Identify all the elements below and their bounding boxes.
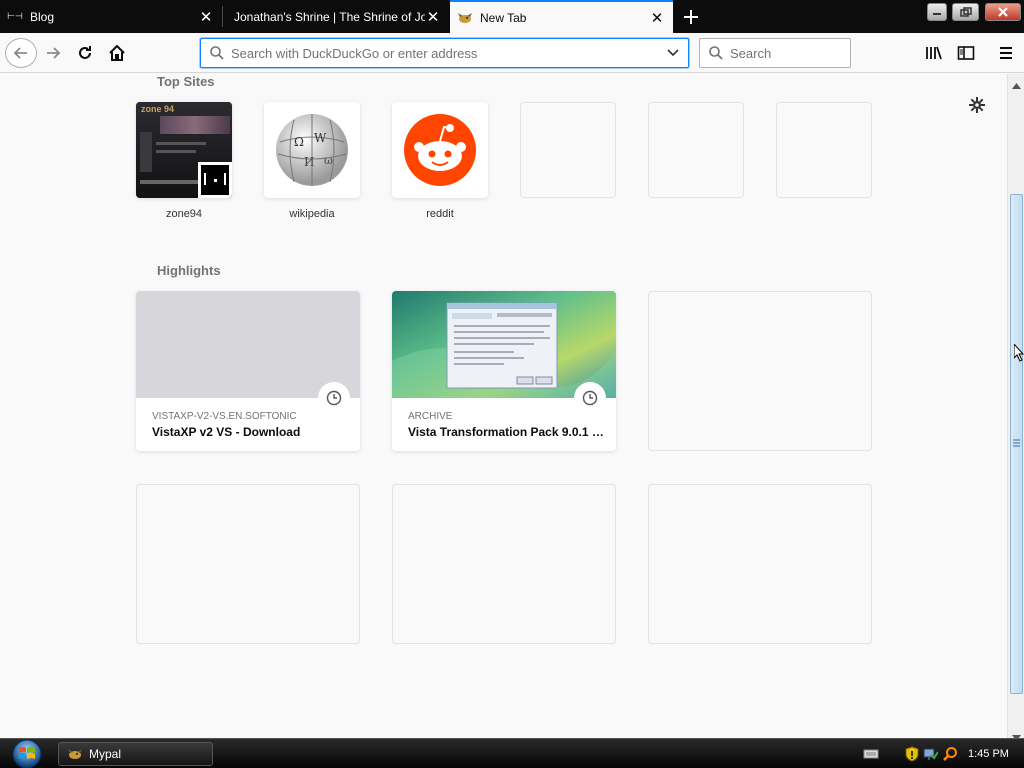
close-tab-icon[interactable]: ✕ (198, 9, 214, 26)
mypal-favicon-icon (450, 11, 480, 25)
highlight-card-vistaxp[interactable]: VISTAXP-V2-VS.EN.SOFTONIC VistaXP v2 VS … (136, 291, 360, 451)
chevron-down-icon[interactable] (666, 48, 680, 58)
minimize-button[interactable] (927, 3, 947, 21)
empty-highlight-card (136, 484, 360, 644)
network-icon[interactable] (922, 745, 938, 763)
tile-label-wikipedia: wikipedia (289, 208, 335, 220)
scrollbar-thumb[interactable] (1010, 194, 1023, 694)
system-clock[interactable]: 1:45 PM (968, 748, 1009, 760)
search-placeholder: Search (730, 45, 772, 61)
tile-label-zone94: zone94 (165, 208, 203, 220)
windows-taskbar: Mypal 1:45 PM (0, 738, 1024, 768)
new-tab-button[interactable] (678, 4, 704, 30)
mouse-cursor-icon (1013, 342, 1024, 367)
search-magnifier-icon[interactable] (941, 745, 959, 763)
library-icon (926, 46, 942, 60)
new-tab-page: Top Sites zone 94 zone94 Ω W И ω wikiped… (0, 74, 1007, 738)
svg-text:И: И (304, 155, 314, 169)
address-bar[interactable]: Search with DuckDuckGo or enter address (200, 38, 689, 68)
keyboard-icon[interactable] (862, 745, 880, 763)
top-sites-heading: Top Sites (157, 74, 215, 89)
forward-arrow-icon (47, 47, 61, 59)
hamburger-menu-icon (1000, 47, 1012, 59)
address-placeholder: Search with DuckDuckGo or enter address (231, 45, 478, 61)
mypal-app-icon (68, 749, 82, 759)
card-thumbnail-placeholder (136, 291, 360, 398)
highlights-heading: Highlights (157, 263, 221, 278)
home-button[interactable] (102, 38, 132, 68)
tab-title: New Tab (480, 10, 527, 25)
security-shield-icon[interactable] (904, 745, 920, 763)
card-context: ARCHIVE (408, 411, 453, 422)
top-site-tile-zone94[interactable]: zone 94 (136, 102, 232, 198)
svg-text:Ω: Ω (294, 135, 304, 149)
library-button[interactable] (919, 38, 949, 68)
card-thumbnail-screenshot (392, 291, 616, 398)
settings-gear-icon[interactable] (968, 96, 986, 119)
scroll-up-arrow-icon[interactable] (1012, 76, 1021, 94)
empty-highlight-card (648, 291, 872, 451)
empty-top-site-tile (520, 102, 616, 198)
pong-favicon-icon (201, 165, 229, 195)
forward-button[interactable] (38, 38, 68, 68)
search-icon (210, 46, 224, 60)
navigation-toolbar: Search with DuckDuckGo or enter address … (0, 33, 1024, 73)
card-title: Vista Transformation Pack 9.0.1 :... (408, 425, 604, 439)
svg-text:W: W (314, 131, 327, 145)
empty-highlight-card (392, 484, 616, 644)
wikipedia-globe-icon: Ω W И ω (276, 114, 348, 186)
card-title: VistaXP v2 VS - Download (152, 425, 301, 439)
taskbar-item-mypal[interactable]: Mypal (58, 742, 213, 766)
tab-jonathans-shrine[interactable]: Jonathan's Shrine | The Shrine of Jona ✕ (223, 0, 449, 33)
svg-text:ω: ω (324, 154, 333, 167)
search-bar[interactable]: Search (699, 38, 851, 68)
sidebar-icon (957, 46, 975, 60)
tab-new-tab[interactable]: New Tab ✕ (450, 0, 673, 33)
menu-button[interactable] (991, 38, 1021, 68)
highlight-card-vista-transformation-pack[interactable]: ARCHIVE Vista Transformation Pack 9.0.1 … (392, 291, 616, 451)
back-button[interactable] (5, 38, 37, 68)
taskbar-item-label: Mypal (89, 747, 122, 761)
restore-button[interactable] (952, 3, 979, 21)
zone94-site-logo: zone 94 (141, 104, 175, 114)
close-window-button[interactable] (985, 3, 1021, 21)
vertical-scrollbar[interactable] (1007, 74, 1024, 741)
card-context: VISTAXP-V2-VS.EN.SOFTONIC (152, 411, 297, 422)
reload-icon (79, 46, 91, 59)
close-tab-icon[interactable]: ✕ (649, 10, 665, 27)
tile-label-reddit: reddit (426, 208, 454, 220)
empty-top-site-tile (648, 102, 744, 198)
top-site-tile-wikipedia[interactable]: Ω W И ω (264, 102, 360, 198)
tab-title: Jonathan's Shrine | The Shrine of Jona (234, 9, 425, 24)
tab-title: Blog (30, 9, 55, 24)
bracket-favicon-icon: ⊢⊣ (7, 11, 23, 21)
reddit-alien-icon (404, 114, 476, 186)
reload-button[interactable] (70, 38, 100, 68)
start-button[interactable] (8, 739, 46, 768)
tab-strip: ⊢⊣ Blog ✕ Jonathan's Shrine | The Shrine… (0, 0, 1024, 33)
search-icon (709, 46, 723, 60)
back-arrow-icon (13, 47, 27, 59)
tab-blog[interactable]: ⊢⊣ Blog ✕ (0, 0, 222, 33)
empty-highlight-card (648, 484, 872, 644)
close-tab-icon[interactable]: ✕ (425, 9, 441, 26)
home-icon (109, 44, 125, 61)
sidebar-button[interactable] (951, 38, 981, 68)
clock-icon (318, 382, 350, 414)
windows-start-orb-icon (12, 739, 42, 768)
browser-window: ⊢⊣ Blog ✕ Jonathan's Shrine | The Shrine… (0, 0, 1024, 768)
empty-top-site-tile (776, 102, 872, 198)
clock-icon (574, 382, 606, 414)
top-site-tile-reddit[interactable] (392, 102, 488, 198)
